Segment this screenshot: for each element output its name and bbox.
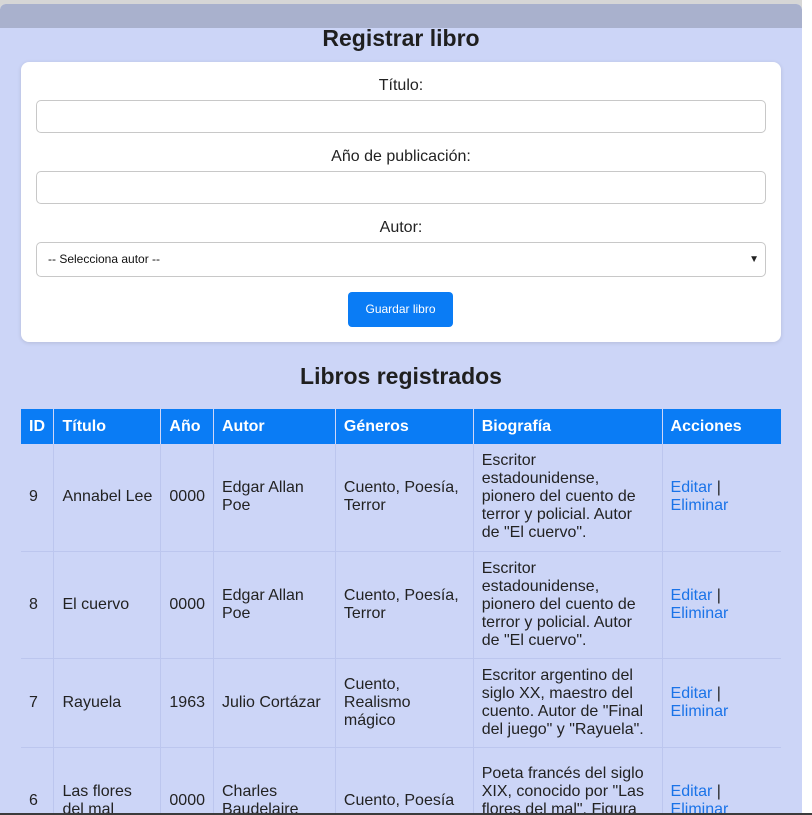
delete-link[interactable]: Eliminar: [671, 497, 729, 514]
author-select-value: -- Selecciona autor --: [48, 252, 161, 266]
page-container: Registrar libro Título: Año de publicaci…: [0, 4, 802, 815]
action-separator: |: [712, 479, 721, 497]
cell-id: 9: [21, 444, 55, 552]
scrollbar-gutter: [802, 0, 812, 815]
column-header-genres: Géneros: [335, 409, 474, 444]
table-row: 9 Annabel Lee 0000 Edgar Allan Poe Cuent…: [21, 444, 781, 552]
chevron-down-icon: ▼: [749, 254, 759, 265]
column-header-author: Autor: [213, 409, 336, 444]
edit-link[interactable]: Editar: [671, 783, 713, 800]
year-label: Año de publicación:: [331, 148, 471, 165]
title-label: Título:: [378, 77, 424, 94]
cell-actions: Editar | Eliminar: [662, 551, 781, 659]
cell-actions: Editar | Eliminar: [662, 658, 781, 748]
books-list-heading: Libros registrados: [300, 363, 502, 389]
cell-actions: Editar | Eliminar: [662, 747, 781, 815]
cell-author: Edgar Allan Poe: [213, 551, 336, 659]
cell-year: 1963: [160, 658, 214, 748]
cell-year: 0000: [160, 444, 214, 552]
cell-genres: Cuento, Poesía, Terror: [335, 444, 474, 552]
author-label: Autor:: [379, 219, 423, 236]
cell-title: Rayuela: [53, 658, 162, 748]
cell-genres: Cuento, Poesía, Terror: [335, 551, 474, 659]
cell-year: 0000: [160, 551, 214, 659]
cell-biography: Poeta francés del siglo XIX, conocido po…: [473, 747, 663, 815]
cell-title: El cuervo: [53, 551, 162, 659]
action-separator: |: [712, 684, 721, 702]
cell-biography: Escritor argentino del siglo XX, maestro…: [473, 658, 663, 748]
delete-link[interactable]: Eliminar: [671, 605, 729, 622]
save-book-button[interactable]: Guardar libro: [348, 292, 453, 327]
books-table: ID Título Año Autor Géneros Biografía Ac…: [21, 409, 781, 815]
cell-biography: Escritor estadounidense, pionero del cue…: [473, 551, 663, 659]
register-book-form: Título: Año de publicación: Autor: -- Se…: [21, 62, 781, 342]
cell-author: Julio Cortázar: [213, 658, 336, 748]
cell-actions: Editar | Eliminar: [662, 444, 781, 552]
cell-author: Edgar Allan Poe: [213, 444, 336, 552]
cell-id: 6: [21, 747, 55, 815]
year-input[interactable]: [36, 171, 766, 204]
column-header-year: Año: [160, 409, 214, 444]
table-header-row: ID Título Año Autor Géneros Biografía Ac…: [21, 409, 781, 444]
cell-genres: Cuento, Poesía: [335, 747, 474, 815]
delete-link[interactable]: Eliminar: [671, 703, 729, 720]
edit-link[interactable]: Editar: [671, 587, 713, 604]
cell-title: Annabel Lee: [53, 444, 162, 552]
cell-genres: Cuento, Realismo mágico: [335, 658, 474, 748]
column-header-id: ID: [21, 409, 55, 444]
cell-biography: Escritor estadounidense, pionero del cue…: [473, 444, 663, 552]
cell-id: 8: [21, 551, 55, 659]
action-separator: |: [712, 586, 721, 604]
column-header-actions: Acciones: [662, 409, 781, 444]
cell-title: Las flores del mal: [53, 747, 162, 815]
title-input[interactable]: [36, 100, 766, 133]
cell-year: 0000: [160, 747, 214, 815]
cell-author: Charles Baudelaire: [213, 747, 336, 815]
table-row: 7 Rayuela 1963 Julio Cortázar Cuento, Re…: [21, 658, 781, 748]
cell-id: 7: [21, 658, 55, 748]
action-separator: |: [712, 782, 721, 800]
edit-link[interactable]: Editar: [671, 685, 713, 702]
table-row: 6 Las flores del mal 0000 Charles Baudel…: [21, 747, 781, 815]
column-header-biography: Biografía: [473, 409, 663, 444]
author-select[interactable]: -- Selecciona autor -- ▼: [36, 242, 766, 277]
table-row: 8 El cuervo 0000 Edgar Allan Poe Cuento,…: [21, 551, 781, 659]
column-header-title: Título: [53, 409, 162, 444]
register-book-heading: Registrar libro: [322, 25, 480, 51]
edit-link[interactable]: Editar: [671, 479, 713, 496]
